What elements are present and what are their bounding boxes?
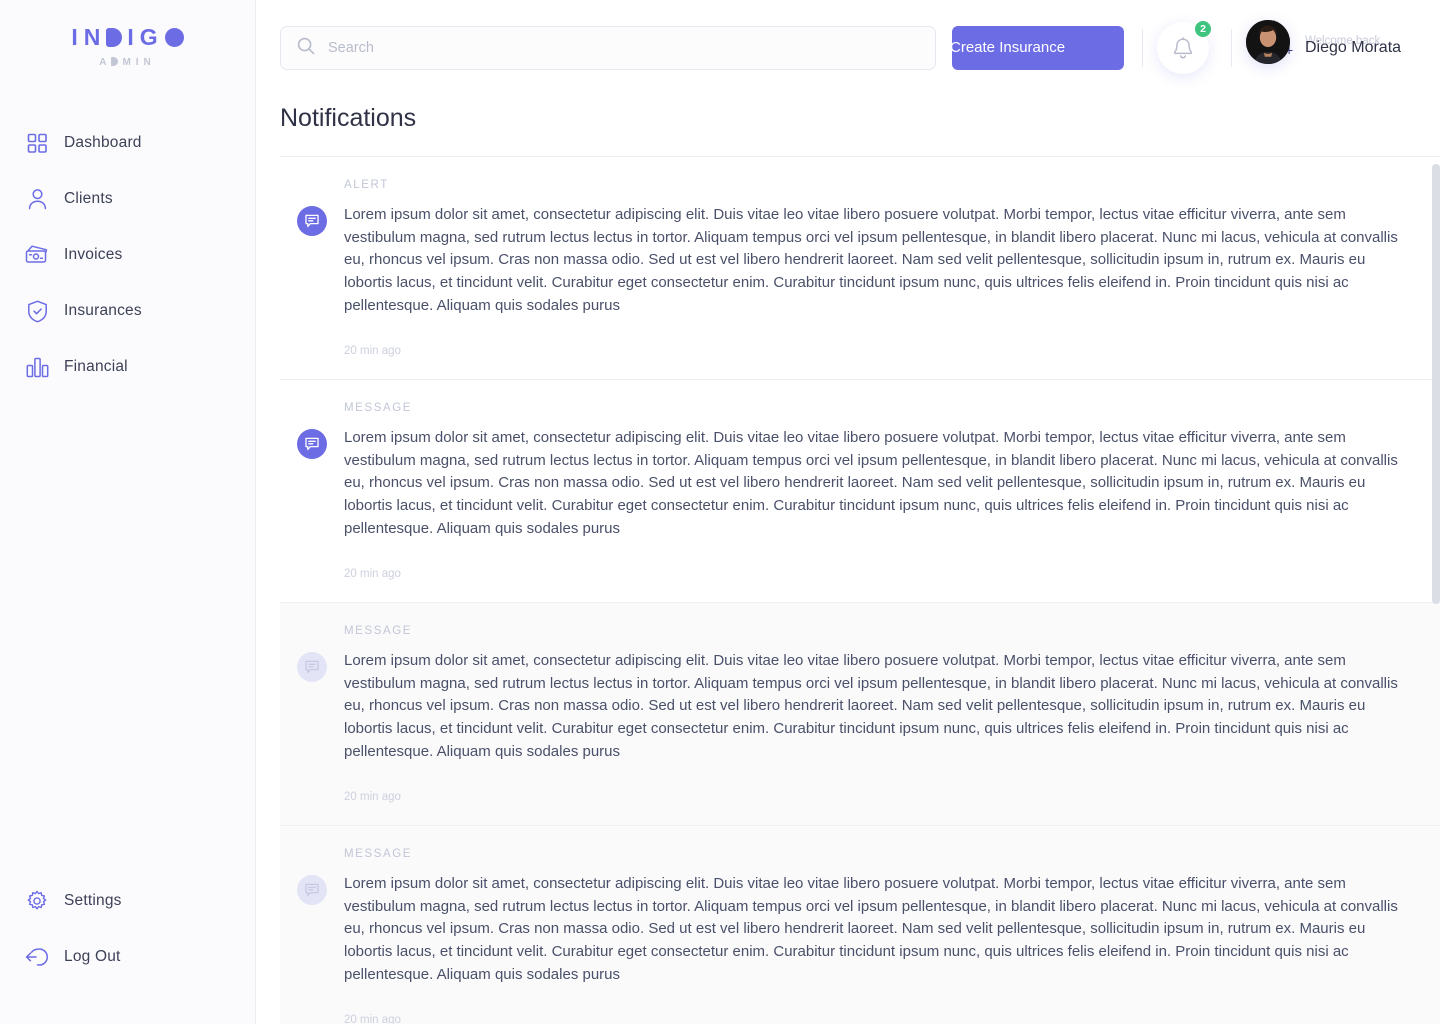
sidebar-item-financial[interactable]: Financial [0,348,255,386]
grid-icon [24,130,50,156]
gear-icon [24,888,50,914]
notification-row[interactable]: MESSAGE Lorem ipsum dolor sit amet, cons… [280,379,1440,602]
notification-row[interactable]: MESSAGE Lorem ipsum dolor sit amet, cons… [280,825,1440,1024]
message-bubble-icon [297,875,327,905]
logo-letter-d-shape [106,28,123,47]
profile-text: Welcome back, Diego Morata [1305,20,1440,64]
notification-body-wrap: Lorem ipsum dolor sit amet, consectetur … [280,650,1440,764]
app-root: IN IG A MIN Dashboard Clients Invoices I… [0,0,1440,1024]
brand-logo[interactable]: IN IG A MIN [0,0,255,68]
user-icon [24,186,50,212]
message-bubble-icon [297,206,327,236]
notification-kind: MESSAGE [344,848,413,860]
scrollbar-thumb[interactable] [1432,164,1440,604]
notification-row[interactable]: ALERT Lorem ipsum dolor sit amet, consec… [280,156,1440,379]
logo-sub-min: MIN [122,57,156,68]
search-input[interactable] [328,40,888,56]
notifications-list: ALERT Lorem ipsum dolor sit amet, consec… [280,156,1440,1024]
notification-text: Lorem ipsum dolor sit amet, consectetur … [344,429,1398,537]
sidebar-item-dashboard[interactable]: Dashboard [0,124,255,162]
scrollbar-track[interactable] [1432,156,1440,1024]
sidebar-item-logout[interactable]: Log Out [0,938,255,976]
notification-body-wrap: Lorem ipsum dolor sit amet, consectetur … [280,873,1440,987]
logo-text-ig: IG [127,24,164,50]
sidebar-item-label: Log Out [64,948,121,965]
avatar [1246,20,1290,64]
sidebar-bottom-nav: Settings Log Out [0,882,255,994]
logo-subtitle: A MIN [0,57,255,68]
search-box[interactable] [280,26,936,70]
message-bubble-icon [297,652,327,682]
notification-text: Lorem ipsum dolor sit amet, consectetur … [344,875,1398,983]
bar-chart-icon [24,354,50,380]
logout-icon [24,944,50,970]
sidebar-item-invoices[interactable]: Invoices [0,236,255,274]
logo-text-in: IN [71,24,107,50]
sidebar-item-label: Settings [64,892,122,909]
header-divider-right [1231,29,1232,67]
message-bubble-icon [297,429,327,459]
sidebar-item-settings[interactable]: Settings [0,882,255,920]
user-name: Diego Morata [1305,39,1402,56]
sidebar-item-label: Invoices [64,246,123,263]
notification-kind: MESSAGE [344,402,413,414]
sidebar: IN IG A MIN Dashboard Clients Invoices I… [0,0,256,1024]
sidebar-item-label: Clients [64,190,113,207]
logo-wordmark: IN IG [71,24,184,50]
page-title: Notifications [280,104,417,132]
notification-time: 20 min ago [344,567,401,580]
notification-text: Lorem ipsum dolor sit amet, consectetur … [344,206,1398,314]
notifications-count-badge: 2 [1193,19,1213,39]
notification-kind: ALERT [344,179,389,191]
logo-sub-d-shape [111,57,119,66]
sidebar-item-label: Dashboard [64,134,142,151]
invoice-icon [24,242,50,268]
notification-body-wrap: Lorem ipsum dolor sit amet, consectetur … [280,204,1440,318]
shield-check-icon [24,298,50,324]
logo-sub-a: A [99,57,112,68]
user-profile[interactable]: Welcome back, Diego Morata [1246,20,1440,64]
notification-time: 20 min ago [344,1013,401,1024]
main-content: Create Insurance + 2 [256,0,1440,1024]
sidebar-nav: Dashboard Clients Invoices Insurances Fi… [0,124,255,386]
search-icon [297,37,315,60]
sidebar-item-insurances[interactable]: Insurances [0,292,255,330]
notification-body-wrap: Lorem ipsum dolor sit amet, consectetur … [280,427,1440,541]
top-header: Create Insurance + 2 [256,0,1440,96]
notification-text: Lorem ipsum dolor sit amet, consectetur … [344,652,1398,760]
notification-kind: MESSAGE [344,625,413,637]
notification-row[interactable]: MESSAGE Lorem ipsum dolor sit amet, cons… [280,602,1440,825]
notification-time: 20 min ago [344,790,401,803]
notifications-bell-button[interactable]: 2 [1157,19,1213,74]
sidebar-item-clients[interactable]: Clients [0,180,255,218]
create-insurance-button[interactable]: Create Insurance [950,26,1124,70]
logo-letter-o-dot [164,28,184,47]
notification-time: 20 min ago [344,344,401,357]
sidebar-item-label: Insurances [64,302,142,319]
header-divider-left [1142,29,1143,67]
sidebar-item-label: Financial [64,358,128,375]
